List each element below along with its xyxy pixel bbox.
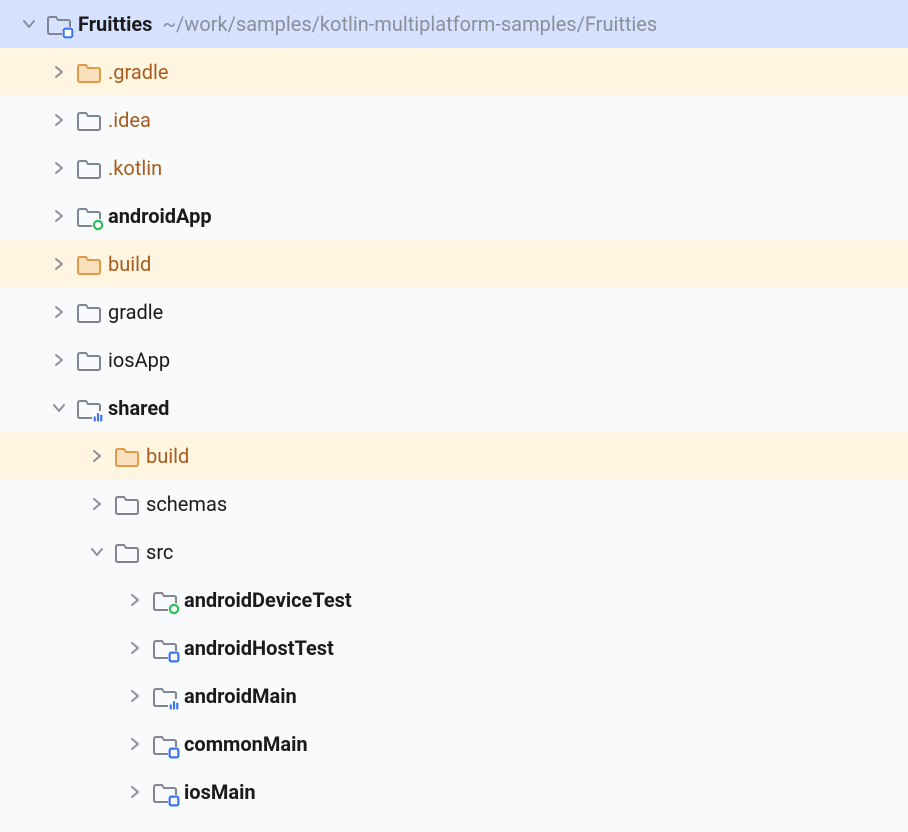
chevron-right-icon[interactable] <box>50 255 68 273</box>
tree-label: build <box>108 252 151 276</box>
chevron-right-icon[interactable] <box>50 111 68 129</box>
tree-row[interactable]: shared <box>0 384 908 432</box>
tree-label: .idea <box>108 108 151 132</box>
tree-row[interactable]: schemas <box>0 480 908 528</box>
excluded-folder-icon <box>76 59 102 85</box>
tree-label: iosMain <box>184 780 256 804</box>
tree-label: Fruitties <box>78 12 152 36</box>
tree-row[interactable]: iosApp <box>0 336 908 384</box>
source-folder-icon <box>152 587 178 613</box>
chevron-right-icon[interactable] <box>50 303 68 321</box>
chevron-right-icon[interactable] <box>126 735 144 753</box>
tree-label: androidMain <box>184 684 297 708</box>
tree-row[interactable]: .kotlin <box>0 144 908 192</box>
tree-label: .gradle <box>108 60 169 84</box>
chevron-right-icon[interactable] <box>50 63 68 81</box>
tree-row[interactable]: commonMain <box>0 720 908 768</box>
tree-row[interactable]: .gradle <box>0 48 908 96</box>
tree-label: iosApp <box>108 348 170 372</box>
tree-label: .kotlin <box>108 156 162 180</box>
tree-path: ~/work/samples/kotlin-multiplatform-samp… <box>162 12 657 36</box>
tree-row[interactable]: build <box>0 432 908 480</box>
tree-label: androidApp <box>108 204 212 228</box>
folder-icon <box>76 155 102 181</box>
tree-label: schemas <box>146 492 227 516</box>
tree-label: src <box>146 540 173 564</box>
tree-label: androidHostTest <box>184 636 334 660</box>
chevron-down-icon[interactable] <box>20 15 38 33</box>
module-folder-icon <box>76 203 102 229</box>
chevron-right-icon[interactable] <box>126 783 144 801</box>
tree-label: build <box>146 444 189 468</box>
project-tree: Fruitties ~/work/samples/kotlin-multipla… <box>0 0 908 816</box>
folder-icon <box>114 491 140 517</box>
tree-row[interactable]: iosMain <box>0 768 908 816</box>
folder-icon <box>76 299 102 325</box>
module-folder-icon <box>76 395 102 421</box>
chevron-right-icon[interactable] <box>126 591 144 609</box>
tree-row[interactable]: androidHostTest <box>0 624 908 672</box>
source-folder-icon <box>152 635 178 661</box>
tree-row[interactable]: .idea <box>0 96 908 144</box>
module-folder-icon <box>46 11 72 37</box>
source-folder-icon <box>152 731 178 757</box>
tree-row[interactable]: androidDeviceTest <box>0 576 908 624</box>
tree-label: androidDeviceTest <box>184 588 352 612</box>
chevron-down-icon[interactable] <box>50 399 68 417</box>
chevron-right-icon[interactable] <box>88 495 106 513</box>
folder-icon <box>76 107 102 133</box>
tree-label: shared <box>108 396 169 420</box>
excluded-folder-icon <box>76 251 102 277</box>
tree-row[interactable]: build <box>0 240 908 288</box>
chevron-right-icon[interactable] <box>126 639 144 657</box>
tree-row[interactable]: src <box>0 528 908 576</box>
tree-label: commonMain <box>184 732 308 756</box>
excluded-folder-icon <box>114 443 140 469</box>
folder-icon <box>114 539 140 565</box>
chevron-right-icon[interactable] <box>50 351 68 369</box>
tree-label: gradle <box>108 300 163 324</box>
chevron-right-icon[interactable] <box>126 687 144 705</box>
chevron-down-icon[interactable] <box>88 543 106 561</box>
source-folder-icon <box>152 779 178 805</box>
folder-icon <box>76 347 102 373</box>
tree-row[interactable]: androidMain <box>0 672 908 720</box>
tree-row[interactable]: androidApp <box>0 192 908 240</box>
tree-row[interactable]: gradle <box>0 288 908 336</box>
tree-row-root[interactable]: Fruitties ~/work/samples/kotlin-multipla… <box>0 0 908 48</box>
chevron-right-icon[interactable] <box>88 447 106 465</box>
source-folder-icon <box>152 683 178 709</box>
chevron-right-icon[interactable] <box>50 159 68 177</box>
chevron-right-icon[interactable] <box>50 207 68 225</box>
